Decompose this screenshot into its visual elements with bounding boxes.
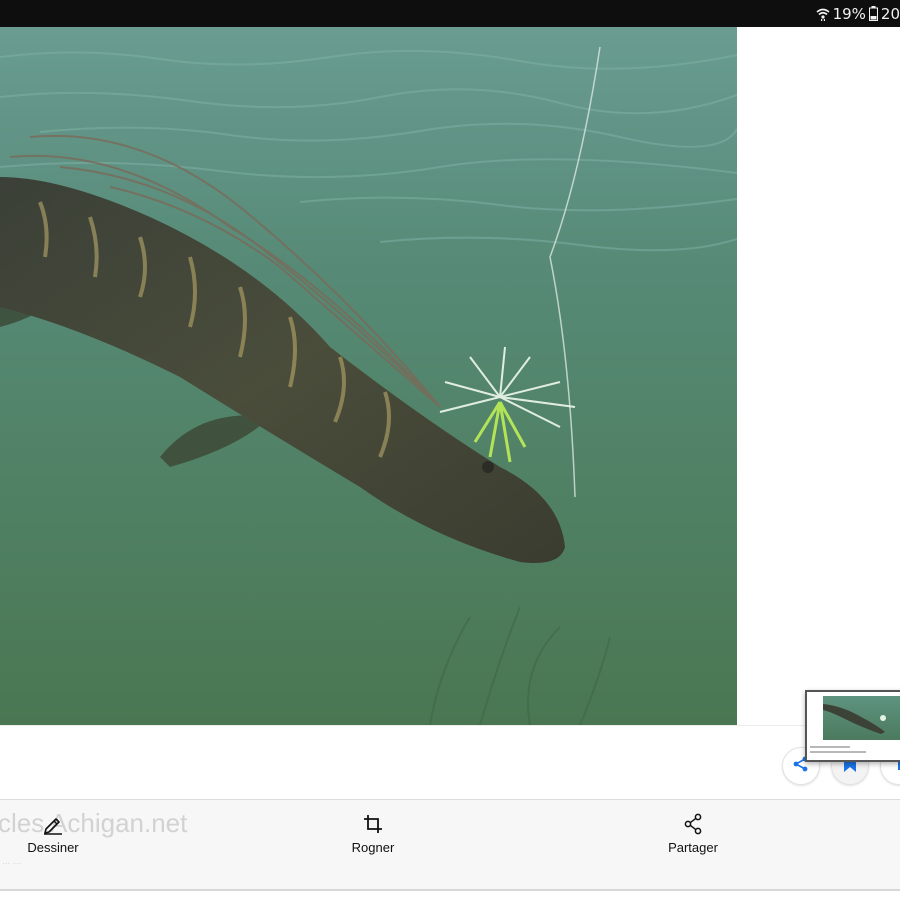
screenshot-thumbnail[interactable] — [805, 690, 900, 762]
thumbnail-image — [823, 696, 900, 740]
status-bar: 19% 20 — [0, 0, 900, 27]
document-area — [737, 27, 900, 725]
battery-icon — [868, 6, 878, 21]
status-indicators: 19% 20 — [816, 0, 900, 27]
share-button[interactable]: Partager — [638, 812, 748, 855]
battery-percent: 19% — [832, 4, 866, 23]
background-site-subtext: ... ... — [2, 856, 22, 867]
crop-icon — [362, 812, 384, 836]
draw-label: Dessiner — [27, 840, 79, 855]
crop-button[interactable]: Rogner — [318, 812, 428, 855]
fish-photo — [0, 27, 737, 725]
thumbnail-text-lines — [810, 746, 870, 756]
action-strip — [0, 725, 900, 800]
share-icon — [682, 812, 704, 836]
divider — [0, 889, 900, 891]
crop-label: Rogner — [351, 840, 395, 855]
draw-button[interactable]: Dessiner — [0, 812, 108, 855]
wifi-icon — [816, 7, 830, 21]
share-label: Partager — [668, 840, 718, 855]
pencil-icon — [42, 812, 64, 836]
clock: 20 — [880, 4, 900, 23]
